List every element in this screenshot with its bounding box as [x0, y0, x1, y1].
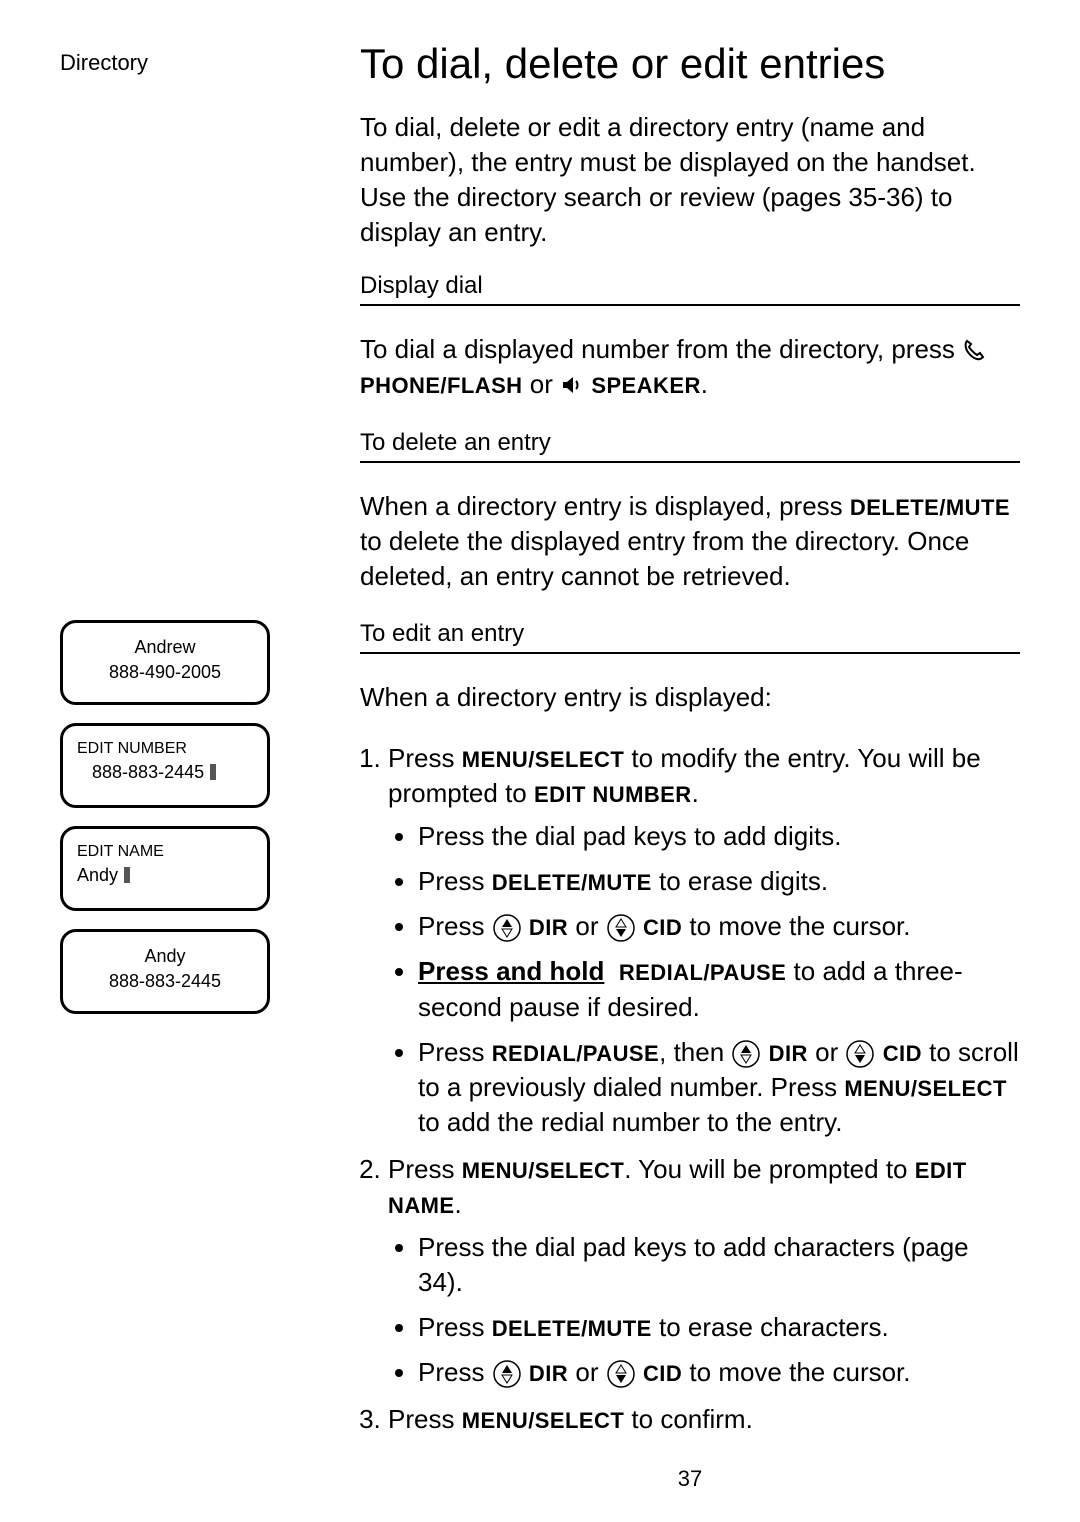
nav-up-icon	[492, 1359, 522, 1389]
step-3: Press MENU/SELECT to confirm.	[388, 1402, 1020, 1437]
step-2: Press MENU/SELECT. You will be prompted …	[388, 1152, 1020, 1391]
step-1: Press MENU/SELECT to modify the entry. Y…	[388, 741, 1020, 1140]
screen-label: EDIT NAME	[77, 841, 253, 863]
delete-mute-key: DELETE/MUTE	[850, 495, 1010, 520]
screen-value: Andy	[77, 863, 253, 888]
step-1-bullets: Press the dial pad keys to add digits. P…	[388, 819, 1020, 1140]
menu-select-key: MENU/SELECT	[462, 1158, 625, 1183]
page-title: To dial, delete or edit entries	[360, 40, 1020, 88]
bullet-erase-digits: Press DELETE/MUTE to erase digits.	[418, 864, 1020, 899]
bullet-move-cursor: Press DIR or CID to move the cursor.	[418, 909, 1020, 944]
nav-down-icon	[845, 1039, 875, 1069]
bullet-redial-scroll: Press REDIAL/PAUSE, then DIR or CID to s…	[418, 1035, 1020, 1140]
press-and-hold-label: Press and hold	[418, 956, 604, 986]
nav-up-icon	[731, 1039, 761, 1069]
bullet-add-pause: Press and hold REDIAL/PAUSE to add a thr…	[418, 954, 1020, 1024]
dir-key: DIR	[529, 915, 568, 940]
delete-entry-text: When a directory entry is displayed, pre…	[360, 489, 1020, 594]
main-content: To dial, delete or edit entries To dial,…	[360, 40, 1020, 1492]
dir-key: DIR	[769, 1041, 808, 1066]
screen-number: 888-490-2005	[77, 660, 253, 685]
cid-key: CID	[643, 915, 682, 940]
edit-entry-lead: When a directory entry is displayed:	[360, 680, 1020, 715]
menu-select-key: MENU/SELECT	[462, 1408, 625, 1433]
bullet-add-characters: Press the dial pad keys to add character…	[418, 1230, 1020, 1300]
screen-confirmed-entry: Andy 888-883-2445	[60, 929, 270, 1014]
subheading-delete-entry: To delete an entry	[360, 429, 1020, 463]
handset-screens-column: Andrew 888-490-2005 EDIT NUMBER 888-883-…	[60, 620, 270, 1032]
speaker-key: SPEAKER	[591, 373, 700, 398]
menu-select-key: MENU/SELECT	[844, 1076, 1007, 1101]
screen-edit-number: EDIT NUMBER 888-883-2445	[60, 723, 270, 808]
speaker-icon	[560, 373, 584, 397]
delete-mute-key: DELETE/MUTE	[492, 870, 652, 895]
phone-flash-key: PHONE/FLASH	[360, 373, 523, 398]
edit-steps-list: Press MENU/SELECT to modify the entry. Y…	[360, 741, 1020, 1438]
intro-paragraph: To dial, delete or edit a directory entr…	[360, 110, 1020, 250]
phone-handset-icon	[962, 338, 986, 362]
display-dial-text: To dial a displayed number from the dire…	[360, 332, 1020, 402]
bullet-move-cursor-2: Press DIR or CID to move the cursor.	[418, 1355, 1020, 1390]
delete-mute-key: DELETE/MUTE	[492, 1316, 652, 1341]
menu-select-key: MENU/SELECT	[462, 747, 625, 772]
screen-number: 888-883-2445	[77, 969, 253, 994]
bullet-erase-characters: Press DELETE/MUTE to erase characters.	[418, 1310, 1020, 1345]
screen-value: 888-883-2445	[77, 760, 253, 785]
redial-pause-key: REDIAL/PAUSE	[619, 960, 786, 985]
redial-pause-key: REDIAL/PAUSE	[492, 1041, 659, 1066]
nav-down-icon	[606, 913, 636, 943]
cid-key: CID	[883, 1041, 922, 1066]
cursor-icon	[124, 867, 130, 883]
nav-down-icon	[606, 1359, 636, 1389]
edit-number-label: EDIT NUMBER	[534, 782, 692, 807]
subheading-edit-entry: To edit an entry	[360, 620, 1020, 654]
page-number: 37	[360, 1466, 1020, 1492]
subheading-display-dial: Display dial	[360, 272, 1020, 306]
screen-directory-entry: Andrew 888-490-2005	[60, 620, 270, 705]
screen-name: Andy	[77, 944, 253, 969]
screen-label: EDIT NUMBER	[77, 738, 253, 760]
nav-up-icon	[492, 913, 522, 943]
step-2-bullets: Press the dial pad keys to add character…	[388, 1230, 1020, 1390]
cursor-icon	[210, 764, 216, 780]
cid-key: CID	[643, 1361, 682, 1386]
bullet-add-digits: Press the dial pad keys to add digits.	[418, 819, 1020, 854]
screen-name: Andrew	[77, 635, 253, 660]
dir-key: DIR	[529, 1361, 568, 1386]
section-label: Directory	[60, 50, 148, 76]
screen-edit-name: EDIT NAME Andy	[60, 826, 270, 911]
